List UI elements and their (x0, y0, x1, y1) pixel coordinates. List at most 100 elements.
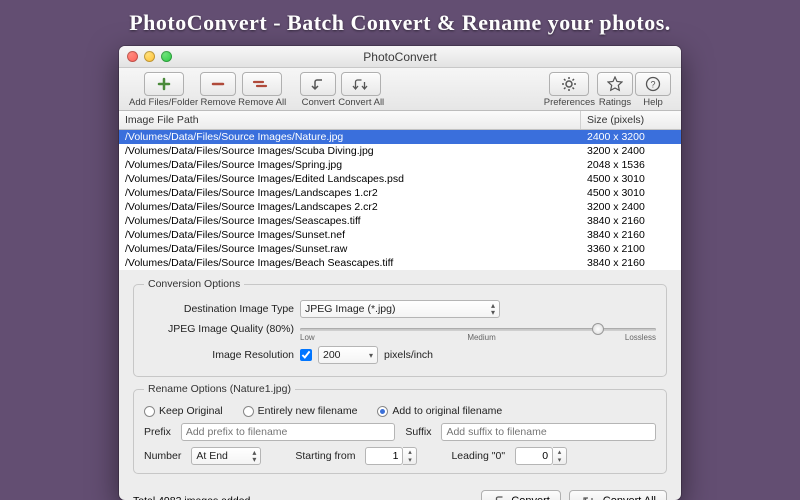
tick-med: Medium (467, 333, 495, 342)
cell-size: 4500 x 3010 (581, 172, 681, 186)
resolution-select[interactable]: 200 ▾ (318, 346, 378, 364)
dest-type-label: Destination Image Type (144, 303, 294, 315)
svg-text:?: ? (650, 80, 655, 90)
remove-label: Remove (200, 97, 235, 108)
conversion-legend: Conversion Options (144, 278, 244, 290)
dest-type-value: JPEG Image (*.jpg) (305, 303, 395, 315)
cell-path: /Volumes/Data/Files/Source Images/Landsc… (119, 186, 581, 200)
plus-icon (157, 77, 171, 91)
remove-all-label: Remove All (238, 97, 286, 108)
convert-icon (492, 495, 506, 500)
slider-thumb-icon[interactable] (592, 323, 604, 335)
cell-size: 3840 x 2160 (581, 228, 681, 242)
convert-icon (309, 77, 327, 91)
cell-size: 3360 x 2100 (581, 242, 681, 256)
resolution-checkbox[interactable] (300, 349, 312, 361)
convert-all-icon (580, 495, 598, 500)
table-row[interactable]: /Volumes/Data/Files/Source Images/Scuba … (119, 144, 681, 158)
cell-size: 3840 x 2160 (581, 256, 681, 270)
cell-size: 4500 x 3010 (581, 186, 681, 200)
help-button[interactable]: ? Help (635, 72, 671, 108)
radio-add-to-original[interactable]: Add to original filename (377, 405, 502, 417)
resolution-label: Image Resolution (144, 349, 294, 361)
cell-size: 3200 x 2400 (581, 144, 681, 158)
convert-all-label: Convert All (338, 97, 384, 108)
cell-path: /Volumes/Data/Files/Source Images/Nature… (119, 130, 581, 144)
starting-from-label: Starting from (295, 450, 355, 462)
preferences-button[interactable]: Preferences (544, 72, 595, 108)
cell-path: /Volumes/Data/Files/Source Images/Scuba … (119, 144, 581, 158)
table-row[interactable]: /Volumes/Data/Files/Source Images/Landsc… (119, 200, 681, 214)
ratings-button[interactable]: Ratings (597, 72, 633, 108)
footer-convert-button[interactable]: Convert (481, 490, 561, 500)
convert-all-icon (350, 77, 372, 91)
cell-path: /Volumes/Data/Files/Source Images/Sunset… (119, 228, 581, 242)
cell-path: /Volumes/Data/Files/Source Images/Edited… (119, 172, 581, 186)
prefix-label: Prefix (144, 426, 171, 438)
gear-icon (561, 76, 577, 92)
rename-options: Rename Options (Nature1.jpg) Keep Origin… (133, 383, 667, 474)
table-row[interactable]: /Volumes/Data/Files/Source Images/Nature… (119, 130, 681, 144)
table-row[interactable]: /Volumes/Data/Files/Source Images/Sunset… (119, 228, 681, 242)
add-files-button[interactable]: Add Files/Folder (129, 72, 198, 108)
stepper[interactable]: ▴▾ (403, 447, 417, 465)
tick-high: Lossless (625, 333, 656, 342)
dest-type-select[interactable]: JPEG Image (*.jpg) ▴▾ (300, 300, 500, 318)
cell-path: /Volumes/Data/Files/Source Images/Seasca… (119, 214, 581, 228)
remove-button[interactable]: Remove (200, 72, 236, 108)
cell-path: /Volumes/Data/Files/Source Images/Spring… (119, 158, 581, 172)
table-row[interactable]: /Volumes/Data/Files/Source Images/Seasca… (119, 214, 681, 228)
quality-label: JPEG Image Quality (80%) (144, 323, 294, 335)
suffix-label: Suffix (405, 426, 431, 438)
suffix-input[interactable] (441, 423, 656, 441)
footer-convert-label: Convert (511, 495, 550, 500)
page-tagline: PhotoConvert - Batch Convert & Rename yo… (129, 10, 671, 36)
help-label: Help (643, 97, 663, 108)
ratings-label: Ratings (599, 97, 631, 108)
table-row[interactable]: /Volumes/Data/Files/Source Images/Edited… (119, 172, 681, 186)
chevron-down-icon: ▾ (369, 351, 373, 360)
number-position-value: At End (196, 450, 228, 462)
chevron-updown-icon: ▴▾ (491, 302, 495, 316)
footer-convert-all-button[interactable]: Convert All (569, 490, 667, 500)
column-path[interactable]: Image File Path (119, 111, 581, 129)
preferences-label: Preferences (544, 97, 595, 108)
column-size[interactable]: Size (pixels) (581, 111, 681, 129)
chevron-updown-icon: ▴▾ (252, 449, 256, 463)
convert-button[interactable]: Convert (300, 72, 336, 108)
file-list[interactable]: /Volumes/Data/Files/Source Images/Nature… (119, 130, 681, 270)
help-icon: ? (645, 76, 661, 92)
star-icon (607, 76, 623, 92)
cell-size: 2400 x 3200 (581, 130, 681, 144)
quality-slider[interactable]: Low Medium Lossless (300, 322, 656, 336)
table-row[interactable]: /Volumes/Data/Files/Source Images/Landsc… (119, 186, 681, 200)
footer-convert-all-label: Convert All (603, 495, 656, 500)
cell-size: 3200 x 2400 (581, 200, 681, 214)
table-row[interactable]: /Volumes/Data/Files/Source Images/Sunset… (119, 242, 681, 256)
cell-size: 2048 x 1536 (581, 158, 681, 172)
remove-all-button[interactable]: Remove All (238, 72, 286, 108)
table-row[interactable]: /Volumes/Data/Files/Source Images/Beach … (119, 256, 681, 270)
number-label: Number (144, 450, 181, 462)
leading-zero-label: Leading "0" (451, 450, 505, 462)
window-title: PhotoConvert (119, 50, 681, 64)
resolution-value: 200 (323, 349, 341, 361)
number-position-select[interactable]: At End ▴▾ (191, 447, 261, 465)
cell-path: /Volumes/Data/Files/Source Images/Sunset… (119, 242, 581, 256)
starting-from-input[interactable] (365, 447, 403, 465)
table-row[interactable]: /Volumes/Data/Files/Source Images/Spring… (119, 158, 681, 172)
stepper[interactable]: ▴▾ (553, 447, 567, 465)
status-text: Total 4982 images added (133, 495, 473, 500)
convert-label: Convert (302, 97, 335, 108)
radio-keep-original[interactable]: Keep Original (144, 405, 223, 417)
cell-path: /Volumes/Data/Files/Source Images/Landsc… (119, 200, 581, 214)
radio-entirely-new[interactable]: Entirely new filename (243, 405, 358, 417)
window-titlebar: PhotoConvert (119, 46, 681, 68)
table-header: Image File Path Size (pixels) (119, 111, 681, 130)
rename-legend: Rename Options (Nature1.jpg) (144, 383, 295, 395)
minus-icon (211, 77, 225, 91)
resolution-unit: pixels/inch (384, 349, 433, 361)
convert-all-button[interactable]: Convert All (338, 72, 384, 108)
leading-zero-input[interactable] (515, 447, 553, 465)
prefix-input[interactable] (181, 423, 396, 441)
